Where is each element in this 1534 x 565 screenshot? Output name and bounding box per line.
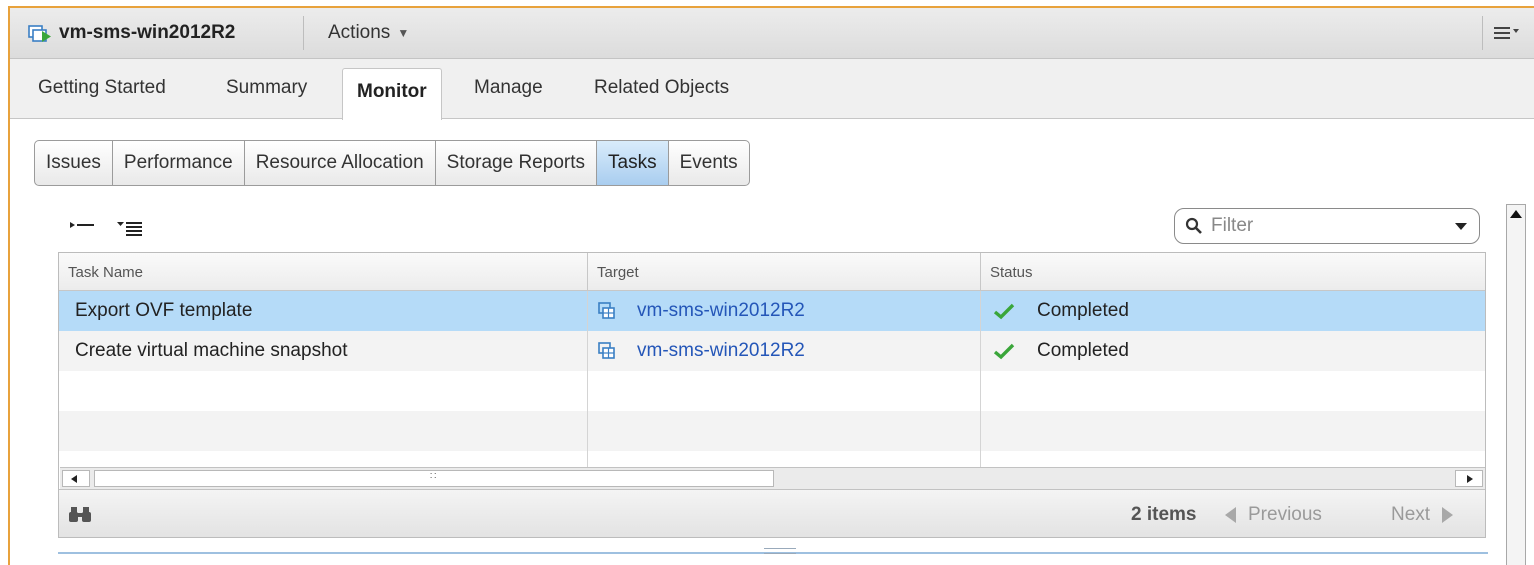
- title-separator-right: [1482, 16, 1483, 50]
- column-header-status[interactable]: Status: [980, 253, 1486, 290]
- subtab-resource-allocation[interactable]: Resource Allocation: [245, 141, 436, 185]
- search-icon: [1185, 217, 1202, 234]
- status-cell: Completed: [993, 291, 1129, 331]
- horizontal-scrollbar[interactable]: ∷: [60, 467, 1485, 489]
- title-separator: [303, 16, 304, 50]
- monitor-sub-tabs: Issues Performance Resource Allocation S…: [34, 140, 750, 186]
- check-icon: [993, 303, 1015, 320]
- grip-icon: ∷: [430, 471, 438, 482]
- caret-down-icon: ▼: [397, 26, 410, 40]
- vm-name: vm-sms-win2012R2: [59, 22, 236, 43]
- filter-box: [1174, 208, 1480, 244]
- target-cell: vm-sms-win2012R2: [597, 291, 805, 331]
- vm-icon: [598, 302, 615, 319]
- tab-getting-started[interactable]: Getting Started: [38, 77, 166, 99]
- panel-menu-icon[interactable]: [1490, 22, 1522, 44]
- table-row[interactable]: Create virtual machine snapshot vm-sms-w…: [59, 331, 1485, 371]
- triangle-left-icon: [1225, 507, 1236, 523]
- tab-related-objects[interactable]: Related Objects: [594, 77, 729, 99]
- main-tab-bar: Getting Started Summary Monitor Manage R…: [10, 59, 1534, 120]
- previous-button[interactable]: Previous: [1225, 504, 1322, 526]
- previous-label: Previous: [1248, 504, 1322, 525]
- next-label: Next: [1391, 504, 1431, 525]
- binoculars-icon[interactable]: [69, 505, 91, 523]
- column-divider: [587, 291, 588, 467]
- column-chooser-icon[interactable]: [116, 218, 146, 240]
- status-text: Completed: [1037, 340, 1129, 361]
- items-count: 2 items: [1131, 504, 1197, 525]
- filter-input[interactable]: [1211, 215, 1441, 237]
- grid-footer: 2 items Previous Next: [59, 489, 1485, 537]
- subtab-storage-reports[interactable]: Storage Reports: [436, 141, 597, 185]
- subtab-issues[interactable]: Issues: [35, 141, 113, 185]
- tab-manage[interactable]: Manage: [474, 77, 543, 99]
- tab-monitor[interactable]: Monitor: [342, 68, 442, 120]
- target-link[interactable]: vm-sms-win2012R2: [637, 300, 805, 322]
- status-text: Completed: [1037, 300, 1129, 321]
- subtab-performance[interactable]: Performance: [113, 141, 245, 185]
- scroll-left-icon[interactable]: [62, 470, 90, 487]
- vm-title: vm-sms-win2012R2: [28, 21, 235, 45]
- task-name-cell: Create virtual machine snapshot: [75, 340, 348, 361]
- tab-summary[interactable]: Summary: [226, 77, 307, 99]
- task-name-cell: Export OVF template: [75, 300, 253, 321]
- next-button[interactable]: Next: [1391, 504, 1454, 526]
- table-row[interactable]: Export OVF template vm-sms-win2012R2 Com…: [59, 291, 1485, 331]
- triangle-right-icon: [1442, 507, 1454, 523]
- vm-icon: [598, 342, 615, 359]
- vertical-scrollbar[interactable]: [1506, 204, 1526, 565]
- check-icon: [993, 343, 1015, 360]
- scroll-up-icon[interactable]: [1510, 210, 1522, 218]
- vm-powered-on-icon: [28, 25, 51, 42]
- subtab-events[interactable]: Events: [669, 141, 749, 185]
- actions-menu-button[interactable]: Actions ▼: [328, 22, 409, 44]
- status-cell: Completed: [993, 331, 1129, 371]
- column-divider: [980, 291, 981, 467]
- target-link[interactable]: vm-sms-win2012R2: [637, 340, 805, 362]
- subtab-tasks[interactable]: Tasks: [597, 141, 669, 185]
- scroll-right-icon[interactable]: [1455, 470, 1483, 487]
- resize-handle[interactable]: [764, 548, 796, 554]
- target-cell: vm-sms-win2012R2: [597, 331, 805, 371]
- tasks-grid: Task Name Target Status Export OVF templ…: [58, 252, 1486, 538]
- column-header-target[interactable]: Target: [587, 253, 980, 290]
- empty-row: [59, 411, 1485, 451]
- expand-row-icon[interactable]: [68, 218, 98, 238]
- vm-panel: vm-sms-win2012R2 Actions ▼ Getting Start…: [8, 6, 1534, 565]
- title-bar: vm-sms-win2012R2 Actions ▼: [10, 8, 1534, 59]
- filter-dropdown-icon[interactable]: [1455, 223, 1467, 230]
- column-header-task-name[interactable]: Task Name: [59, 253, 587, 290]
- empty-row: [59, 371, 1485, 411]
- actions-label: Actions: [328, 22, 391, 43]
- grid-header: Task Name Target Status: [59, 253, 1485, 291]
